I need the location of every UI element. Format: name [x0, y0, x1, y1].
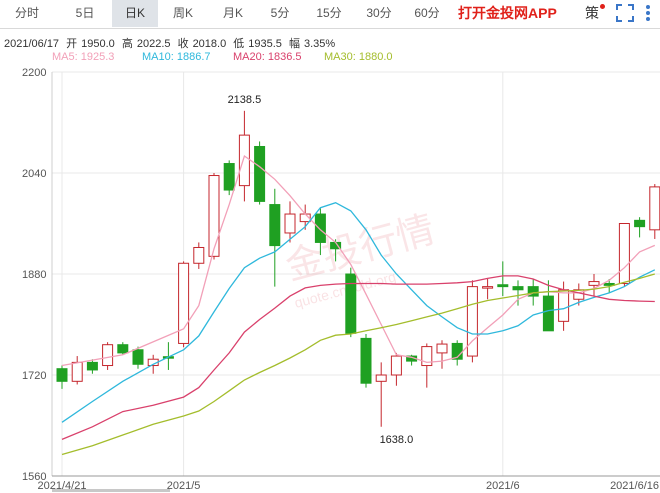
- x-tick-label: 2021/5: [167, 480, 201, 492]
- y-tick-label: 2040: [22, 168, 46, 180]
- candle-up: [102, 344, 114, 367]
- candle-up: [208, 175, 220, 257]
- candle-up: [238, 134, 250, 187]
- annotation-low: 1638.0: [380, 434, 414, 446]
- candle-down: [634, 219, 646, 228]
- candle-up: [618, 223, 630, 284]
- y-tick-label: 1880: [22, 269, 46, 281]
- candle-down: [254, 145, 266, 202]
- x-scroll-indicator: [52, 489, 170, 492]
- candle-down: [542, 295, 554, 332]
- candle-up: [71, 361, 83, 382]
- candle-up: [436, 343, 448, 354]
- y-tick-label: 1720: [22, 370, 46, 382]
- candle-up: [375, 374, 387, 382]
- candle-down: [117, 344, 129, 354]
- annotation-high: 2138.5: [228, 94, 262, 106]
- candle-up: [558, 289, 570, 322]
- candle-down: [360, 337, 372, 384]
- candle-up: [284, 213, 296, 234]
- candle-down: [223, 163, 235, 191]
- candlestick-chart: 220020401880172015602021/4/21 2021/5 2021/…: [22, 67, 660, 492]
- candle-up: [649, 186, 660, 231]
- candle-down: [132, 349, 144, 365]
- candle-down: [512, 286, 524, 291]
- candle-down: [86, 361, 98, 371]
- candle-up: [466, 286, 478, 357]
- candle-down: [497, 284, 509, 288]
- candle-up: [390, 355, 402, 376]
- candle-up: [193, 246, 205, 264]
- x-tick-label: 2021/6/16: [610, 480, 659, 492]
- candle-down: [314, 213, 326, 243]
- x-tick-label: 2021/6: [486, 480, 520, 492]
- candle-down: [269, 204, 281, 247]
- candle-down: [56, 368, 68, 382]
- candle-up: [178, 262, 190, 344]
- y-tick-label: 2200: [22, 67, 46, 79]
- candle-up: [588, 281, 600, 286]
- candle-up: [482, 286, 494, 289]
- candle-up: [573, 289, 585, 300]
